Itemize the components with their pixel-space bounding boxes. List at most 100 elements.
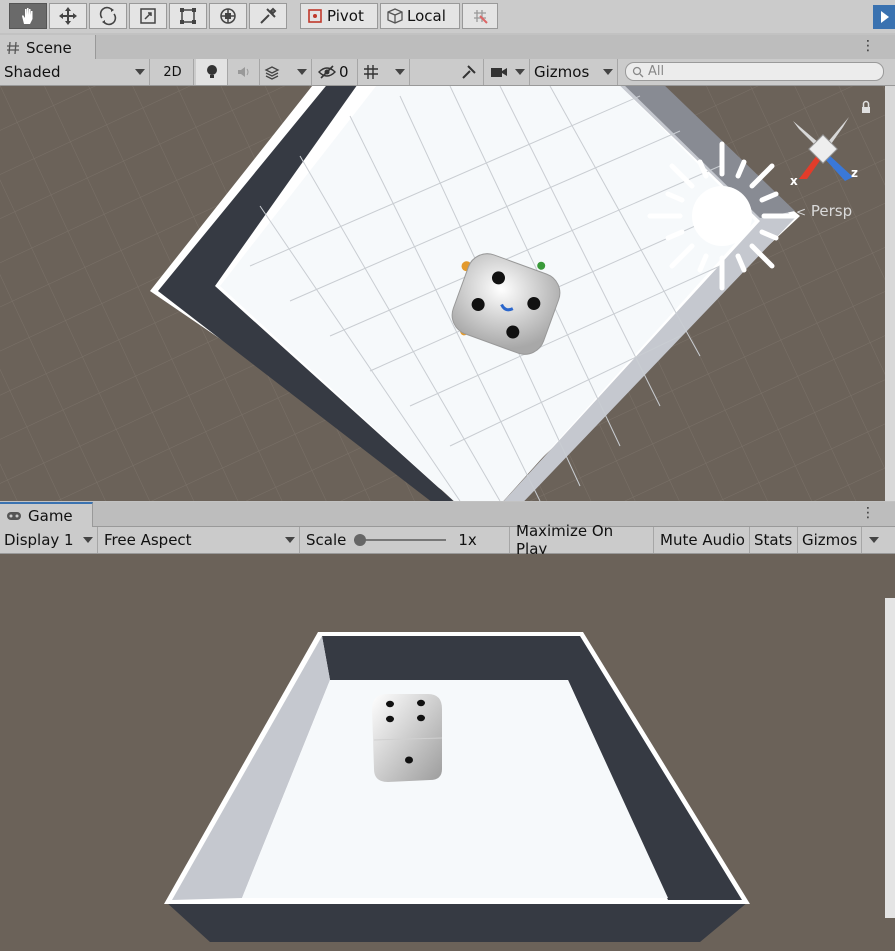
persp-text: Persp <box>810 202 853 220</box>
custom-tool-button[interactable] <box>249 3 287 29</box>
game-gizmos-dropdown[interactable] <box>862 527 886 553</box>
rect-tool-button[interactable] <box>169 3 207 29</box>
die-game <box>372 694 443 782</box>
scene-tools-button[interactable] <box>454 59 484 85</box>
hash-icon <box>7 41 19 54</box>
move-icon <box>59 7 77 25</box>
scene-viewport[interactable]: < Persp x z <box>0 86 895 501</box>
eye-slash-icon <box>318 65 336 79</box>
cube-icon <box>387 8 403 24</box>
wrench-icon <box>461 65 476 79</box>
grid-icon <box>364 65 378 79</box>
2d-toggle[interactable]: 2D <box>152 59 194 85</box>
audio-toggle[interactable] <box>228 59 260 85</box>
game-control-bar: Display 1 Free Aspect Scale 1x Maximize … <box>0 522 895 558</box>
grid-dropdown[interactable] <box>358 59 410 85</box>
scene-tab-label: Scene <box>26 38 72 57</box>
chevron-down-icon <box>603 69 613 75</box>
game-tab-bar: Game ⋮ <box>0 502 895 527</box>
game-scrollbar[interactable] <box>885 598 895 918</box>
hidden-objects-toggle[interactable]: 0 <box>314 59 358 85</box>
display-value: Display 1 <box>4 531 74 549</box>
search-placeholder: All <box>648 64 665 79</box>
scene-control-bar: Shaded 2D 0 Gizmos All <box>0 59 895 86</box>
scene-gizmos-label: Gizmos <box>534 63 590 81</box>
snap-toggle[interactable] <box>462 3 498 29</box>
hand-icon <box>22 8 33 24</box>
scene-menu-icon[interactable]: ⋮ <box>861 38 875 54</box>
transform-icon <box>220 8 236 24</box>
scale-label: Scale <box>306 531 347 549</box>
tab-scene[interactable]: Scene <box>0 35 96 60</box>
persp-label[interactable]: < Persp <box>796 202 852 220</box>
aspect-value: Free Aspect <box>104 531 192 549</box>
transform-tool-button[interactable] <box>209 3 247 29</box>
chevron-down-icon <box>297 69 307 75</box>
rotate-icon <box>99 6 117 26</box>
game-gizmos-label: Gizmos <box>802 531 858 549</box>
scale-tool-button[interactable] <box>129 3 167 29</box>
scale-control: Scale 1x <box>302 527 510 553</box>
mute-label: Mute Audio <box>660 531 745 549</box>
effects-dropdown[interactable] <box>260 59 312 85</box>
scene-scrollbar[interactable] <box>885 86 895 501</box>
display-dropdown[interactable]: Display 1 <box>0 527 98 553</box>
scale-icon <box>140 8 156 24</box>
shading-mode-dropdown[interactable]: Shaded <box>0 59 150 85</box>
game-tab-label: Game <box>28 506 73 525</box>
scene-gizmos-dropdown[interactable]: Gizmos <box>530 59 618 85</box>
scale-value: 1x <box>458 531 477 549</box>
mute-audio-toggle[interactable]: Mute Audio <box>654 527 750 553</box>
chevron-left-icon: < <box>796 205 807 219</box>
game-menu-icon[interactable]: ⋮ <box>861 505 875 521</box>
axis-x-label: x <box>790 174 798 188</box>
scene-search-input[interactable]: All <box>625 62 884 81</box>
move-tool-button[interactable] <box>49 3 87 29</box>
speaker-icon <box>237 67 248 77</box>
layers-icon <box>264 66 280 80</box>
stats-label: Stats <box>754 531 793 549</box>
shading-mode-value: Shaded <box>4 63 61 81</box>
tab-game[interactable]: Game <box>0 502 93 527</box>
camera-icon <box>491 68 507 77</box>
tray-front-face <box>166 902 748 942</box>
game-viewport[interactable] <box>0 554 895 951</box>
game-render <box>0 554 895 951</box>
aspect-dropdown[interactable]: Free Aspect <box>100 527 300 553</box>
maximize-label: Maximize On Play <box>516 522 614 558</box>
rotate-tool-button[interactable] <box>89 3 127 29</box>
bulb-icon <box>206 65 217 78</box>
local-toggle[interactable]: Local <box>380 3 460 29</box>
lighting-toggle[interactable] <box>196 59 228 85</box>
main-toolbar: Pivot Local <box>0 0 895 33</box>
chevron-down-icon <box>135 69 145 75</box>
chevron-down-icon <box>395 69 405 75</box>
game-gizmos-toggle[interactable]: Gizmos <box>798 527 862 553</box>
pivot-icon <box>308 9 322 23</box>
play-icon <box>881 11 889 23</box>
axis-z-label: z <box>851 166 858 180</box>
search-icon <box>632 66 644 78</box>
rect-icon <box>180 8 196 24</box>
chevron-down-icon <box>515 69 525 75</box>
grid-snap-icon <box>474 10 488 24</box>
wrench-icon <box>260 7 277 24</box>
maximize-on-play-toggle[interactable]: Maximize On Play <box>510 522 654 558</box>
scale-slider-handle[interactable] <box>354 534 367 546</box>
chevron-down-icon <box>285 537 295 543</box>
camera-dropdown[interactable] <box>486 59 530 85</box>
stats-toggle[interactable]: Stats <box>750 527 798 553</box>
local-label: Local <box>407 7 446 25</box>
play-button[interactable] <box>873 5 895 29</box>
hand-tool-button[interactable] <box>9 3 47 29</box>
scale-slider[interactable] <box>354 534 447 546</box>
scene-tab-bar: Scene ⋮ <box>0 35 895 60</box>
chevron-down-icon <box>869 537 879 543</box>
2d-label: 2D <box>163 64 182 80</box>
scene-render <box>0 86 895 501</box>
chevron-down-icon <box>83 537 93 543</box>
hidden-count: 0 <box>339 63 349 81</box>
pivot-label: Pivot <box>327 7 364 25</box>
gamepad-icon <box>7 511 21 520</box>
pivot-toggle[interactable]: Pivot <box>300 3 378 29</box>
